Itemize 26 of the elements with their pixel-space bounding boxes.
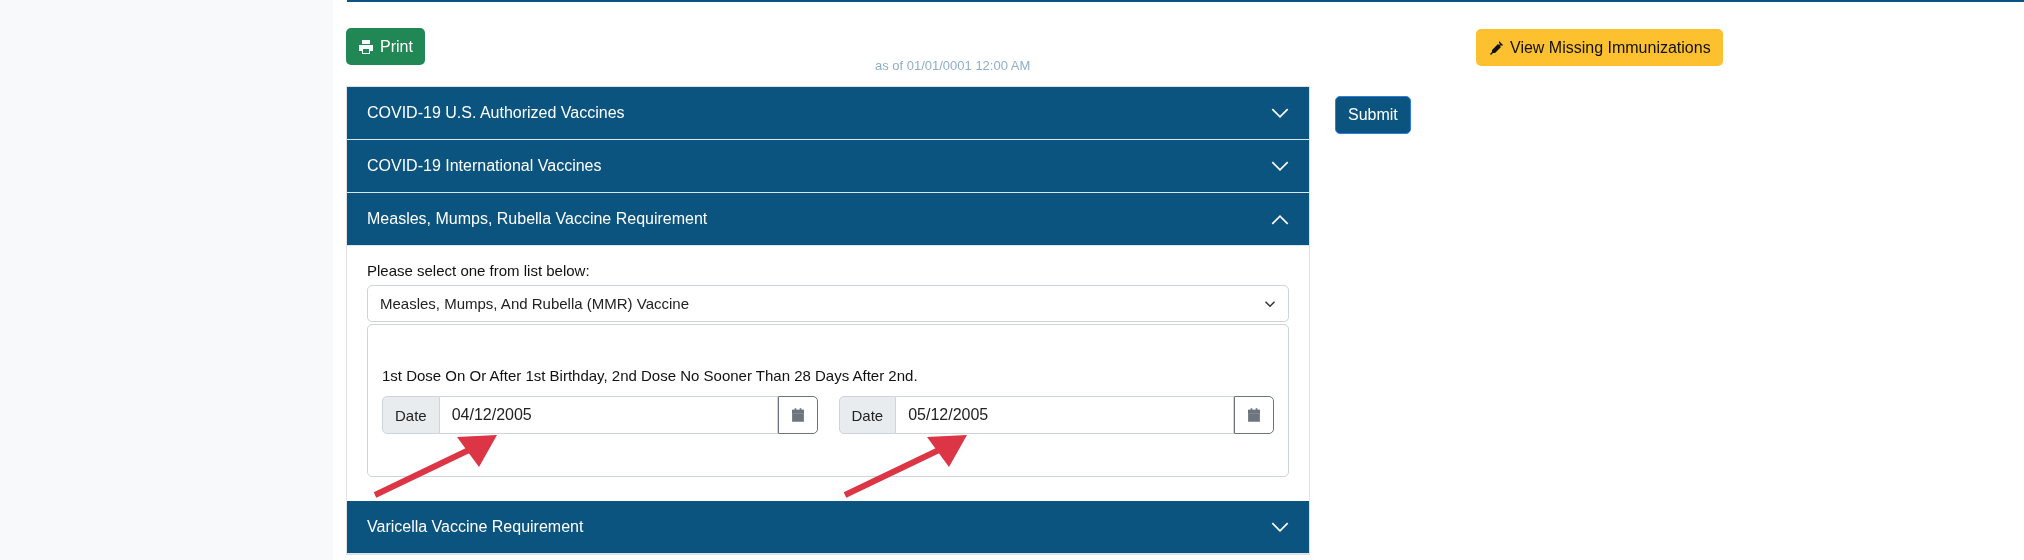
calendar-button[interactable] bbox=[1234, 396, 1274, 434]
date-label: Date bbox=[382, 396, 440, 434]
chevron-down-icon bbox=[1271, 521, 1289, 533]
chevron-down-icon bbox=[1264, 299, 1276, 308]
date-label: Date bbox=[838, 396, 897, 434]
dose-rule-text: 1st Dose On Or After 1st Birthday, 2nd Dose No Sooner Than 28 Days After 2nd. bbox=[382, 367, 919, 384]
accordion-header[interactable]: COVID-19 International Vaccines bbox=[347, 140, 1309, 193]
chevron-up-icon bbox=[1271, 213, 1289, 225]
calendar-icon bbox=[791, 408, 804, 422]
submit-button[interactable]: Submit bbox=[1335, 96, 1411, 134]
accordion-header[interactable]: Measles, Mumps, Rubella Vaccine Requirement bbox=[347, 193, 1309, 246]
select-label: Please select one from list below: bbox=[367, 262, 591, 279]
date-input[interactable]: 05/12/2005 bbox=[896, 396, 1234, 434]
accordion-header[interactable]: Varicella Vaccine Requirement bbox=[347, 501, 1309, 554]
view-missing-button[interactable]: View Missing Immunizations bbox=[1476, 29, 1723, 66]
calendar-button[interactable] bbox=[777, 396, 818, 434]
vaccine-select[interactable]: Measles, Mumps, And Rubella (MMR) Vaccine bbox=[367, 285, 1289, 322]
date-input[interactable]: 04/12/2005 bbox=[439, 396, 778, 434]
print-button[interactable]: Print bbox=[346, 28, 425, 65]
chevron-down-icon bbox=[1271, 107, 1289, 119]
chevron-down-icon bbox=[1271, 160, 1289, 172]
accordion-header[interactable]: COVID-19 U.S. Authorized Vaccines bbox=[347, 87, 1309, 140]
timestamp-text: as of 01/01/0001 12:00 AM bbox=[874, 58, 1031, 73]
printer-icon bbox=[358, 38, 374, 55]
calendar-icon bbox=[1248, 408, 1260, 422]
syringe-icon bbox=[1488, 39, 1504, 56]
